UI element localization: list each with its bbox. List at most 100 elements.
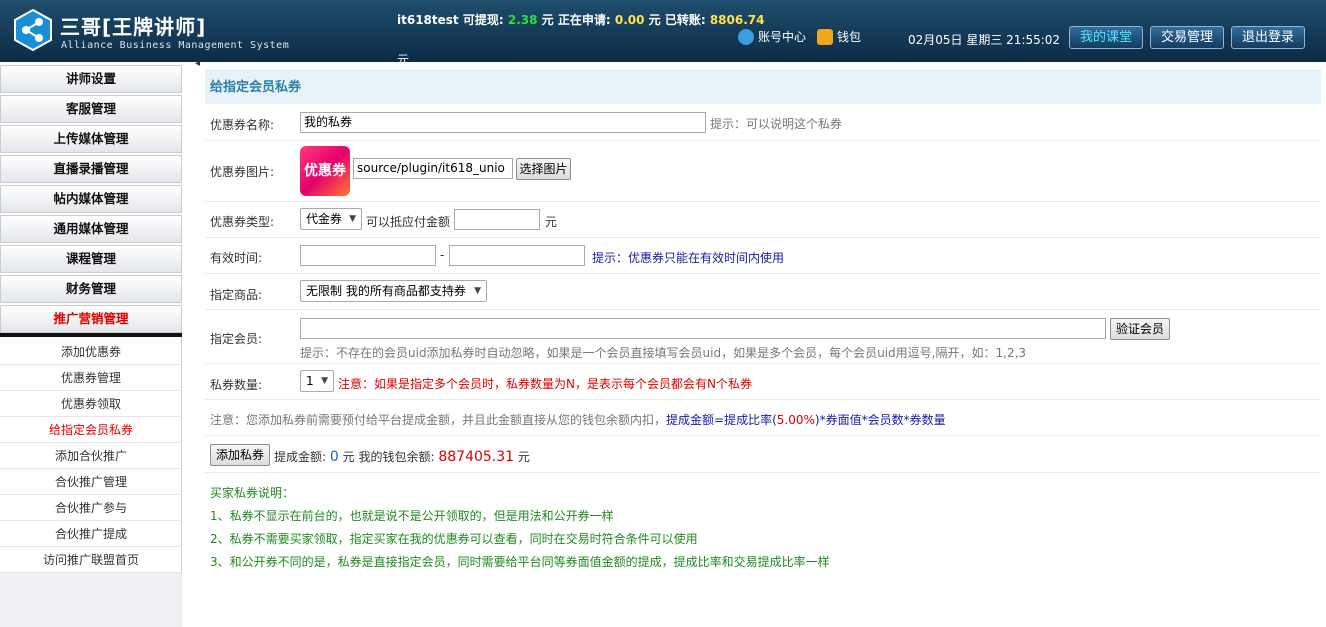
transferred-label: 元 已转账: xyxy=(648,13,706,27)
submenu-item-partner-join[interactable]: 合伙推广参与 xyxy=(0,495,182,521)
explanation-line: 2、私券不需要买家领取，指定买家在我的优惠券可以查看，同时在交易时符合条件可以使… xyxy=(210,532,698,546)
coupon-type-selected: 代金券 xyxy=(306,212,343,226)
commission-unit: 元 xyxy=(342,450,355,464)
quantity-note: 注意：如果是指定多个会员时，私券数量为N，是表示每个会员都会有N个私券 xyxy=(338,377,752,391)
quantity-select[interactable]: 1 ▼ xyxy=(300,370,334,392)
page-title: 给指定会员私券 xyxy=(205,70,1321,104)
submenu-item-coupon-claim[interactable]: 优惠券领取 xyxy=(0,391,182,417)
sidebar-item-courses[interactable]: 课程管理 xyxy=(0,245,182,273)
coupon-image-label: 优惠券图片: xyxy=(210,165,275,179)
members-input[interactable] xyxy=(300,318,1106,339)
valid-time-label: 有效时间: xyxy=(210,251,263,265)
collapse-arrow-icon[interactable]: ◂ xyxy=(195,58,200,69)
coupon-type-label: 优惠券类型: xyxy=(210,215,275,229)
explanation-title: 买家私券说明： xyxy=(210,486,295,500)
wallet-balance-label: 我的钱包余额: xyxy=(358,450,435,464)
valid-time-dash: - xyxy=(440,248,445,262)
goods-label: 指定商品: xyxy=(210,288,263,302)
logout-button[interactable]: 退出登录 xyxy=(1231,26,1305,49)
username: it618test xyxy=(397,13,459,27)
quantity-label: 私券数量: xyxy=(210,378,263,392)
commission-summary: 提成金额: 0 元 我的钱包余额: 887405.31 元 xyxy=(274,448,530,465)
choose-image-button[interactable]: 选择图片 xyxy=(516,158,571,180)
main-content: 给指定会员私券 优惠券名称: 我的私券 提示：可以说明这个私券 优惠券图片: 优… xyxy=(205,62,1321,622)
sidebar-item-common-media[interactable]: 通用媒体管理 xyxy=(0,215,182,243)
wallet-balance-unit: 元 xyxy=(517,450,530,464)
chevron-down-icon: ▼ xyxy=(321,376,328,386)
sidebar-item-post-media[interactable]: 帖内媒体管理 xyxy=(0,185,182,213)
coupon-name-hint: 提示：可以说明这个私券 xyxy=(710,117,843,131)
submenu-item-add-coupon[interactable]: 添加优惠券 xyxy=(0,339,182,365)
coupon-name-row: 优惠券名称: 我的私券 提示：可以说明这个私券 xyxy=(205,104,1321,141)
user-icon xyxy=(738,28,754,45)
submenu-item-add-partner[interactable]: 添加合伙推广 xyxy=(0,443,182,469)
submenu-item-private-coupon[interactable]: 给指定会员私券 xyxy=(0,417,182,443)
withdrawable-amount: 2.38 xyxy=(507,13,538,27)
sidebar-item-upload-media[interactable]: 上传媒体管理 xyxy=(0,125,182,153)
sidebar-item-teacher-settings[interactable]: 讲师设置 xyxy=(0,65,182,93)
sidebar-item-promotion[interactable]: 推广营销管理 xyxy=(0,305,182,333)
submenu-item-coupon-manage[interactable]: 优惠券管理 xyxy=(0,365,182,391)
chevron-down-icon: ▼ xyxy=(349,214,356,224)
account-center-label: 账号中心 xyxy=(758,30,807,44)
coupon-name-label: 优惠券名称: xyxy=(210,118,275,132)
sidebar-item-service[interactable]: 客服管理 xyxy=(0,95,182,123)
goods-selected: 无限制 我的所有商品都支持券 xyxy=(306,284,466,298)
notice-rate: 5.00% xyxy=(776,413,815,427)
quantity-row: 私券数量: 1 ▼ 注意：如果是指定多个会员时，私券数量为N，是表示每个会员都会… xyxy=(205,364,1321,400)
sidebar-background xyxy=(0,572,182,627)
wallet-label: 钱包 xyxy=(837,30,862,44)
sidebar: 讲师设置 客服管理 上传媒体管理 直播录播管理 帖内媒体管理 通用媒体管理 课程… xyxy=(0,62,182,627)
trade-management-button[interactable]: 交易管理 xyxy=(1150,26,1224,49)
coupon-name-input[interactable]: 我的私券 xyxy=(300,112,706,133)
notice-text: 注意：您添加私券前需要预付给平台提成金额，并且此金额直接从您的钱包余额内扣，提成… xyxy=(210,411,946,428)
wallet-link[interactable]: 钱包 xyxy=(817,28,861,45)
goods-row: 指定商品: 无限制 我的所有商品都支持券 ▼ xyxy=(205,274,1321,310)
account-center-link[interactable]: 账号中心 xyxy=(738,28,806,45)
coupon-image-preview: 优惠券 xyxy=(300,146,350,196)
wallet-icon xyxy=(817,28,833,45)
submenu-item-partner-manage[interactable]: 合伙推广管理 xyxy=(0,469,182,495)
valid-end-input[interactable] xyxy=(449,245,585,266)
valid-start-input[interactable] xyxy=(300,245,436,266)
withdrawable-label: 可提现: xyxy=(462,13,504,27)
wallet-balance-amount: 887405.31 xyxy=(438,449,515,465)
coupon-type-desc: 可以抵应付金额 xyxy=(366,215,451,229)
balance-summary: it618test 可提现: 2.38 元 正在申请: 0.00 元 已转账: … xyxy=(397,11,764,28)
explanation-line: 1、私券不显示在前台的，也就是说不是公开领取的，但是用法和公开券一样 xyxy=(210,509,614,523)
notice-row: 注意：您添加私券前需要预付给平台提成金额，并且此金额直接从您的钱包余额内扣，提成… xyxy=(205,400,1321,436)
coupon-type-select[interactable]: 代金券 ▼ xyxy=(300,208,362,230)
coupon-amount-input[interactable] xyxy=(454,209,540,230)
submenu-item-alliance-home[interactable]: 访问推广联盟首页 xyxy=(0,547,182,573)
goods-select[interactable]: 无限制 我的所有商品都支持券 ▼ xyxy=(300,280,487,302)
notice-formula-a: 提成金额=提成比率( xyxy=(666,413,777,427)
app-subtitle: Alliance Business Management System xyxy=(61,40,290,51)
members-label: 指定会员: xyxy=(210,332,263,346)
submenu-panel: 添加优惠券 优惠券管理 优惠券领取 给指定会员私券 添加合伙推广 合伙推广管理 … xyxy=(0,337,182,573)
coupon-image-path-input[interactable]: source/plugin/it618_unio xyxy=(353,158,513,179)
submenu-item-partner-commission[interactable]: 合伙推广提成 xyxy=(0,521,182,547)
commission-amount: 0 xyxy=(329,449,339,465)
explanation-line: 3、和公开券不同的是，私券是直接指定会员，同时需要给平台同等券面值金额的提成，提… xyxy=(210,555,830,569)
coupon-image-row: 优惠券图片: 优惠券 source/plugin/it618_unio 选择图片 xyxy=(205,141,1321,202)
sidebar-item-finance[interactable]: 财务管理 xyxy=(0,275,182,303)
sidebar-item-live[interactable]: 直播录播管理 xyxy=(0,155,182,183)
applying-label: 正在申请: xyxy=(557,13,611,27)
applying-amount: 0.00 xyxy=(614,13,645,27)
private-coupon-explanation: 买家私券说明： 1、私券不显示在前台的，也就是说不是公开领取的，但是用法和公开券… xyxy=(210,482,830,574)
current-datetime: 02月05日 星期三 21:55:02 xyxy=(908,33,1061,47)
coupon-type-row: 优惠券类型: 代金券 ▼ 可以抵应付金额 元 xyxy=(205,202,1321,238)
commission-label: 提成金额: xyxy=(274,450,327,464)
add-private-coupon-button[interactable]: 添加私券 xyxy=(210,444,270,466)
logo-icon xyxy=(14,9,52,51)
notice-formula-b: )*券面值*会员数*券数量 xyxy=(814,413,946,427)
transferred-amount: 8806.74 xyxy=(709,13,765,27)
notice-prefix: 注意：您添加私券前需要预付给平台提成金额，并且此金额直接从您的钱包余额内扣， xyxy=(210,413,667,427)
coupon-amount-unit: 元 xyxy=(545,215,558,229)
verify-members-button[interactable]: 验证会员 xyxy=(1110,318,1170,340)
my-classroom-button[interactable]: 我的课堂 xyxy=(1069,26,1143,49)
valid-time-hint: 提示：优惠券只能在有效时间内使用 xyxy=(592,251,785,265)
quantity-selected: 1 xyxy=(306,374,314,388)
valid-time-row: 有效时间: - 提示：优惠券只能在有效时间内使用 xyxy=(205,238,1321,274)
top-header: 三哥[王牌讲师] Alliance Business Management Sy… xyxy=(0,0,1326,67)
